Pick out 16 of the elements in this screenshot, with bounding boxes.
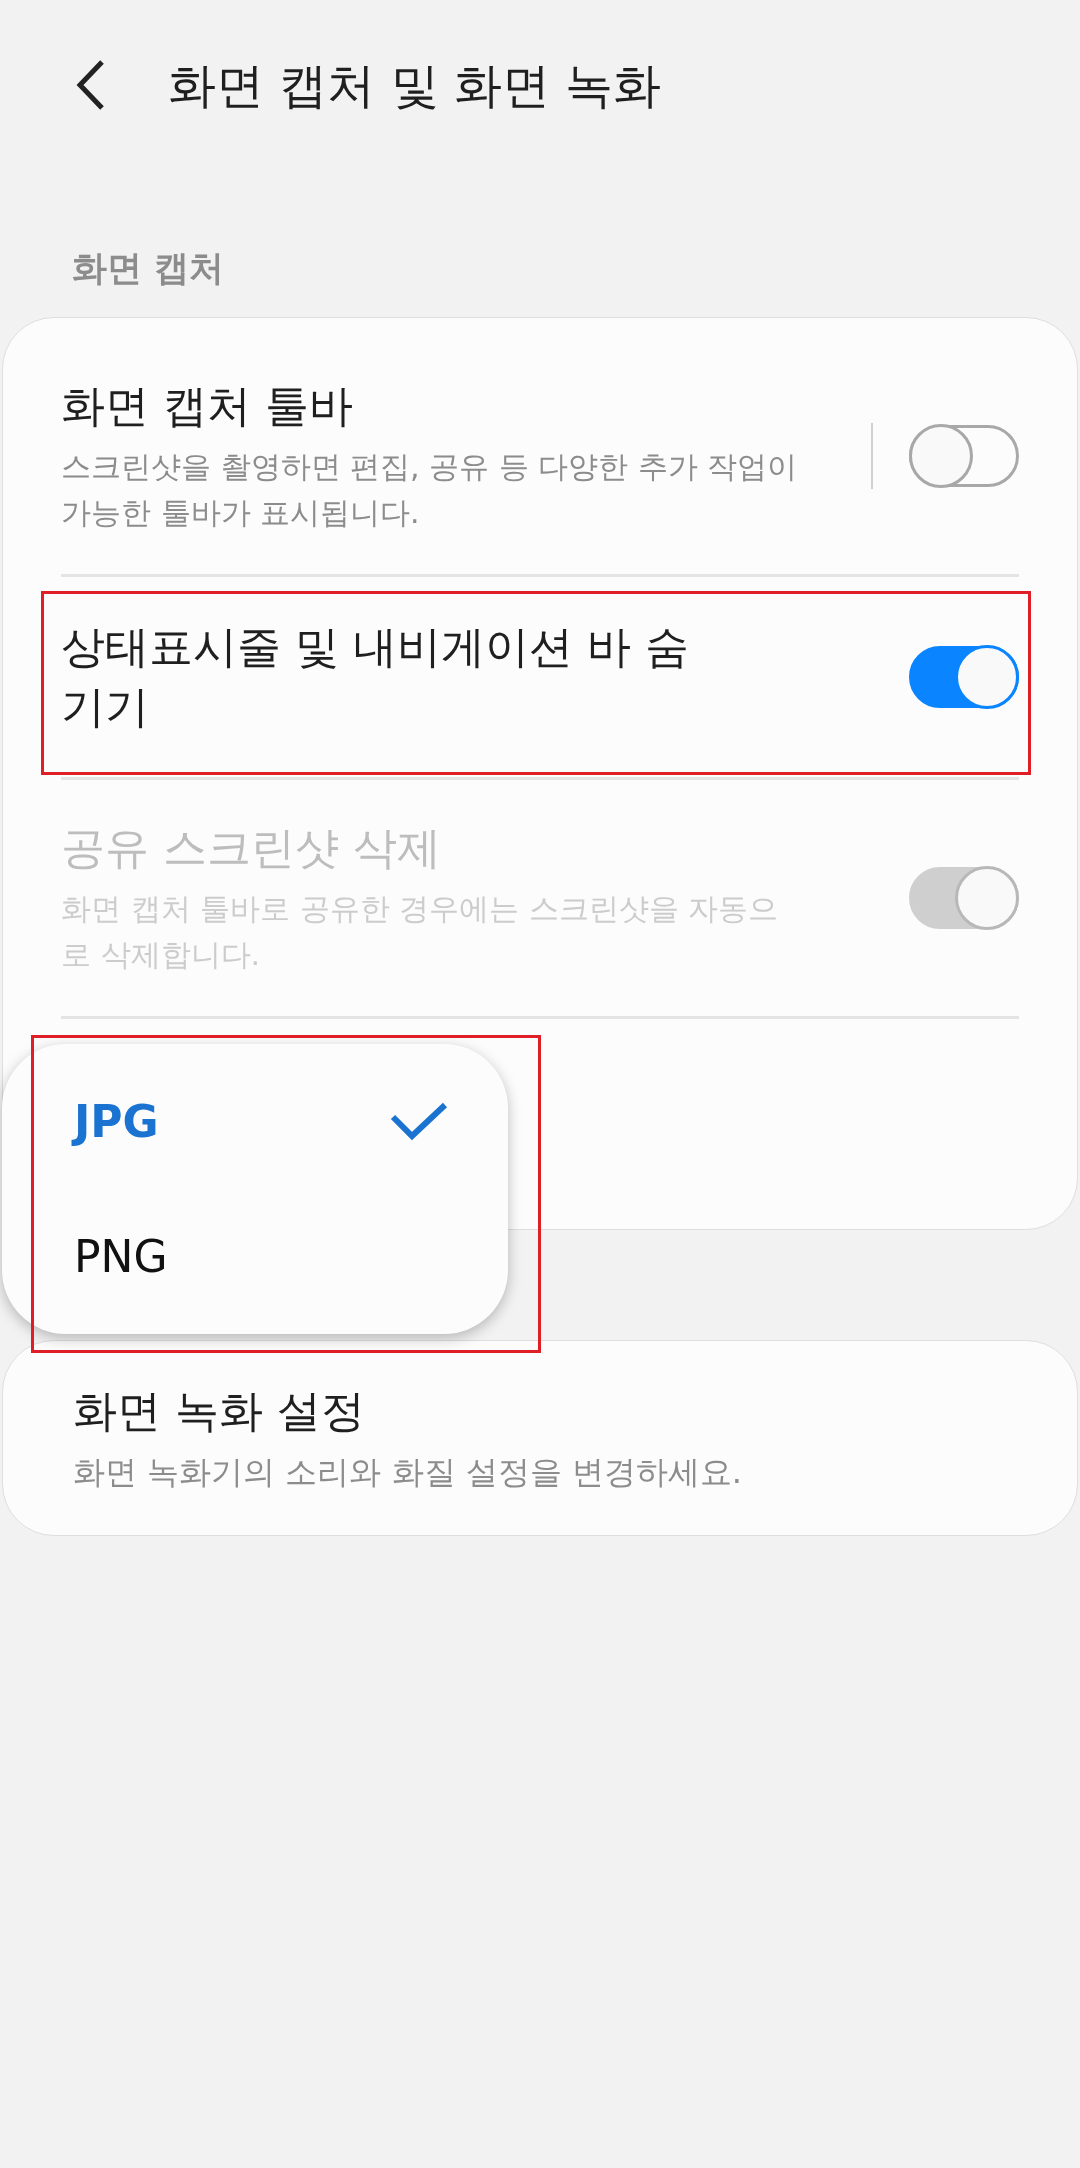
format-option[interactable]: JPG [2, 1066, 508, 1177]
setting-summary: 화면 녹화기의 소리와 화질 설정을 변경하세요. [73, 1451, 744, 1493]
format-option[interactable]: PNG [2, 1201, 508, 1312]
section-header: 화면 캡처 [72, 248, 225, 288]
toggle-switch[interactable] [909, 424, 1019, 487]
setting-row[interactable]: 화면 캡처 툴바 스크린샷을 촬영하면 편집, 공유 등 다양한 추가 작업이 가능한 툴바가 표시됩니다. [61, 337, 1019, 574]
toggle-switch[interactable] [909, 645, 1019, 708]
page-title: 화면 캡처 및 화면 녹화 [168, 56, 662, 115]
setting-row[interactable]: 화면 녹화 설정 화면 녹화기의 소리와 화질 설정을 변경하세요. [73, 1380, 1007, 1495]
setting-title: 공유 스크린샷 삭제 [61, 820, 441, 875]
setting-title: 화면 녹화 설정 [73, 1383, 366, 1438]
setting-row[interactable]: 상태표시줄 및 내비게이션 바 숨기기 [61, 576, 1019, 777]
setting-title: 상태표시줄 및 내비게이션 바 숨기기 [61, 619, 690, 734]
setting-summary: 스크린샷을 촬영하면 편집, 공유 등 다양한 추가 작업이 가능한 툴바가 표시됩니다. [61, 447, 799, 532]
setting-title: 화면 캡처 툴바 [61, 378, 353, 433]
check-icon [390, 1101, 448, 1142]
